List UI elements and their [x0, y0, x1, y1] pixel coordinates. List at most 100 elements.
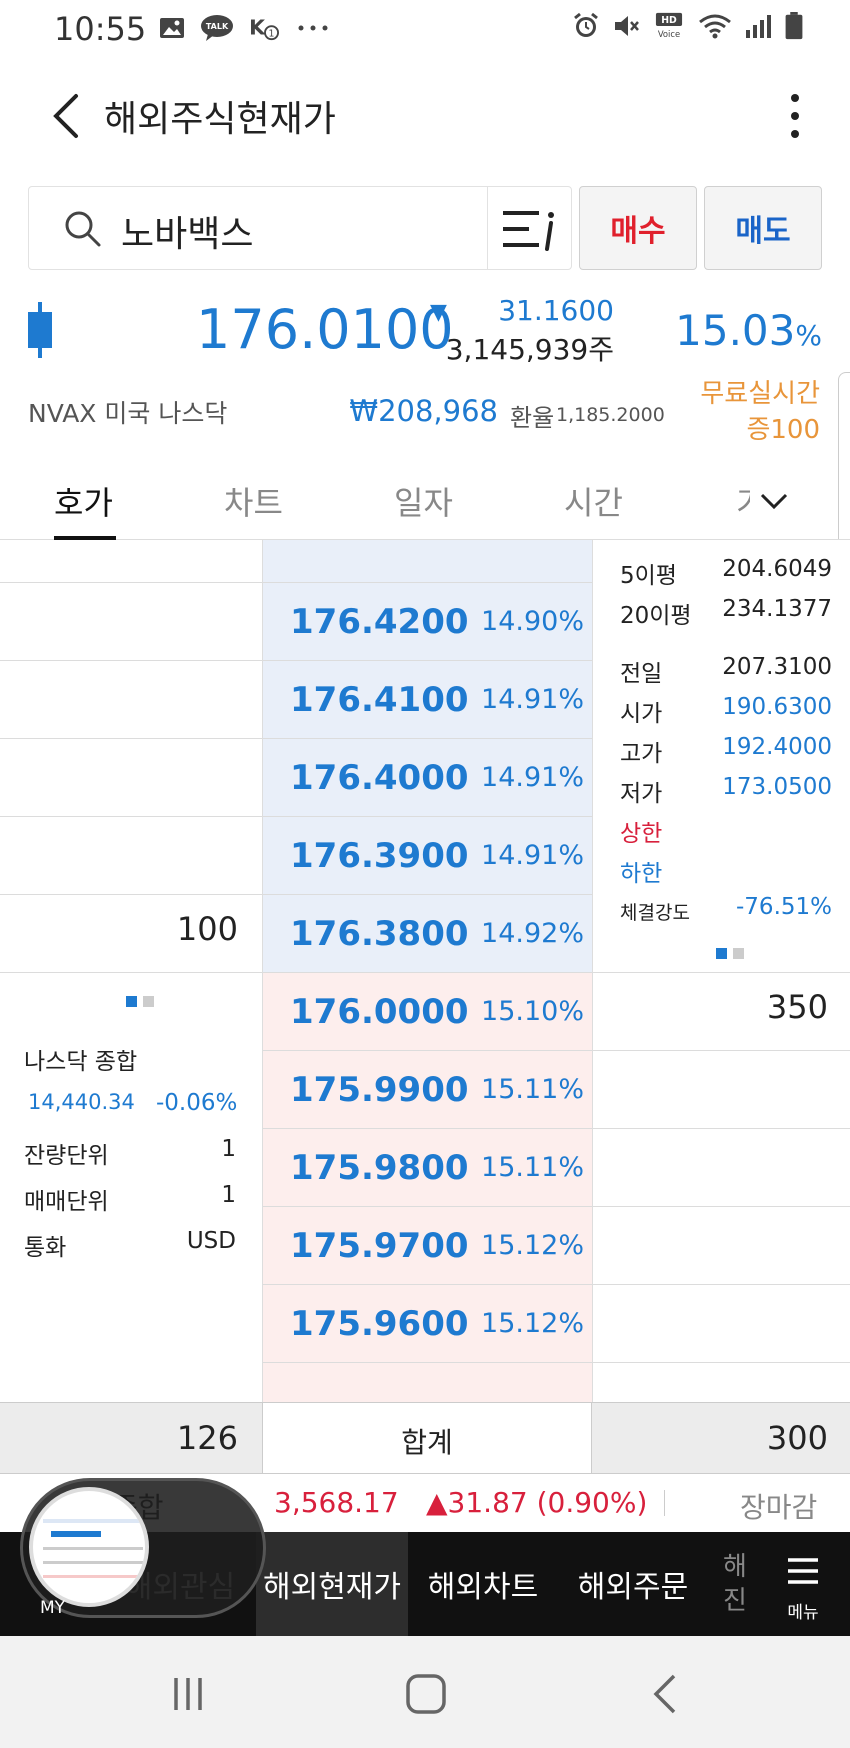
open-label: 시가	[620, 701, 663, 727]
bid-row[interactable]: 175.9900 15.11%	[262, 1050, 592, 1128]
tab-orderbook[interactable]: 호가	[54, 478, 113, 524]
ask-row[interactable]: 176.4100 14.91%	[262, 660, 592, 738]
ask-price: 176.3800	[290, 914, 469, 954]
floating-app-bubble[interactable]	[20, 1478, 266, 1618]
candle-chart-icon[interactable]	[26, 302, 54, 358]
row-divider	[262, 1362, 850, 1363]
home-icon[interactable]	[404, 1672, 448, 1716]
tab-time[interactable]: 시간	[564, 478, 623, 524]
realtime-line1: 무료실시간	[700, 379, 820, 409]
remain-unit-value: 1	[221, 1136, 236, 1162]
bid-qty: 350	[766, 988, 828, 1026]
ask-price: 176.4000	[290, 758, 469, 798]
nav-chart[interactable]: 해외차트	[408, 1532, 558, 1636]
tab-daily[interactable]: 일자	[394, 478, 453, 524]
fx-label: 환율	[510, 404, 555, 432]
ask-qty-column	[0, 540, 262, 1402]
stock-info-list-icon[interactable]	[499, 201, 561, 257]
ask-total: 126	[176, 1419, 238, 1457]
bid-row[interactable]: 175.9700 15.12%	[262, 1206, 592, 1284]
ticker-divider	[664, 1490, 665, 1516]
bid-row[interactable]: 175.9600 15.12%	[262, 1284, 592, 1362]
ask-total-cell: 126	[0, 1403, 262, 1473]
bid-price: 175.9900	[290, 1070, 469, 1110]
alarm-icon	[574, 12, 598, 37]
more-vertical-icon[interactable]	[780, 88, 810, 144]
bid-price: 175.9700	[290, 1226, 469, 1266]
prev-close-value: 207.3100	[722, 654, 832, 680]
recent-apps-icon[interactable]	[168, 1674, 208, 1714]
realtime-line2: 증100	[746, 415, 820, 445]
app-header: 해외주식현재가	[0, 60, 850, 170]
page-title: 해외주식현재가	[104, 99, 336, 140]
index-value: 14,440.34	[28, 1090, 135, 1114]
ask-pct: 14.91%	[481, 684, 584, 715]
ask-pct: 14.91%	[481, 762, 584, 793]
nav-menu[interactable]: 메뉴	[770, 1532, 850, 1636]
price-change: 31.1600	[498, 294, 614, 327]
chevron-down-icon[interactable]	[756, 486, 792, 516]
system-nav-bar	[0, 1636, 850, 1748]
stats-page-indicator[interactable]	[716, 948, 744, 959]
thumbnail-line	[43, 1561, 143, 1564]
strength-label: 체결강도	[620, 902, 690, 924]
trade-unit-value: 1	[221, 1182, 236, 1208]
status-left-icons: TALK K1	[158, 14, 330, 42]
ask-qty: 100	[176, 910, 238, 948]
back-arrow-icon[interactable]	[46, 88, 86, 144]
image-icon	[160, 18, 184, 38]
ask-row[interactable]: 176.4000 14.91%	[262, 738, 592, 816]
percent-sign: %	[795, 319, 822, 352]
ask-pct: 14.92%	[481, 918, 584, 949]
column-divider	[592, 540, 593, 1402]
index-change: -0.06%	[156, 1090, 238, 1116]
ticker-market: NVAX 미국 나스닥	[28, 399, 228, 428]
ask-row[interactable]: 176.3800 14.92%	[262, 894, 592, 972]
strength-value: -76.51%	[736, 894, 832, 920]
tab-chart[interactable]: 차트	[224, 478, 283, 524]
buy-button[interactable]: 매수	[579, 186, 697, 270]
search-input[interactable]: 노바백스	[121, 205, 253, 257]
bid-row[interactable]: 176.0000 15.10%	[262, 972, 592, 1050]
ma5-value: 204.6049	[722, 556, 832, 582]
my-label[interactable]: MY	[40, 1598, 65, 1618]
change-percent: 15.03%	[660, 306, 822, 355]
tab-more-partial[interactable]: 기	[736, 478, 750, 524]
svg-text:TALK: TALK	[206, 22, 229, 31]
thumbnail-line	[43, 1575, 143, 1578]
nav-current-price[interactable]: 해외현재가	[256, 1532, 408, 1636]
thumbnail-line	[43, 1519, 143, 1523]
ask-price: 176.4100	[290, 680, 469, 720]
bid-pct: 15.10%	[481, 996, 584, 1027]
bid-total: 300	[766, 1419, 828, 1457]
svg-text:HD: HD	[661, 15, 677, 26]
app-thumbnail[interactable]	[29, 1487, 149, 1607]
more-dots-icon	[298, 25, 328, 31]
detail-tabs: 호가 차트 일자 시간 기	[0, 464, 850, 540]
ask-row[interactable]: 176.3900 14.91%	[262, 816, 592, 894]
mute-icon	[615, 16, 639, 36]
bid-row[interactable]: 175.9800 15.11%	[262, 1128, 592, 1206]
bid-price: 175.9800	[290, 1148, 469, 1188]
prev-close-label: 전일	[620, 661, 663, 687]
nav-order[interactable]: 해외주문	[558, 1532, 708, 1636]
market-status: 장마감	[740, 1491, 818, 1524]
sell-button[interactable]: 매도	[704, 186, 822, 270]
nav-partial-item[interactable]: 해 진	[712, 1532, 758, 1636]
low-value: 173.0500	[722, 774, 832, 800]
bid-pct: 15.12%	[481, 1230, 584, 1261]
low-label: 저가	[620, 781, 663, 807]
menu-label: 메뉴	[787, 1603, 819, 1623]
bid-pct: 15.12%	[481, 1308, 584, 1339]
total-label: 합계	[401, 1426, 453, 1459]
realtime-badge[interactable]: 무료실시간 증100	[660, 376, 820, 448]
stock-search-field[interactable]: 노바백스	[28, 186, 572, 270]
bid-total-cell: 300	[592, 1403, 850, 1473]
krw-price: ₩208,968	[349, 394, 498, 428]
high-label: 고가	[620, 741, 663, 767]
svg-text:Voice: Voice	[658, 29, 680, 39]
info-page-indicator[interactable]	[126, 996, 154, 1007]
ask-row[interactable]: 176.4200 14.90%	[262, 582, 592, 660]
back-nav-icon[interactable]	[650, 1672, 680, 1716]
ticker-index-value: 3,568.17	[274, 1486, 399, 1519]
